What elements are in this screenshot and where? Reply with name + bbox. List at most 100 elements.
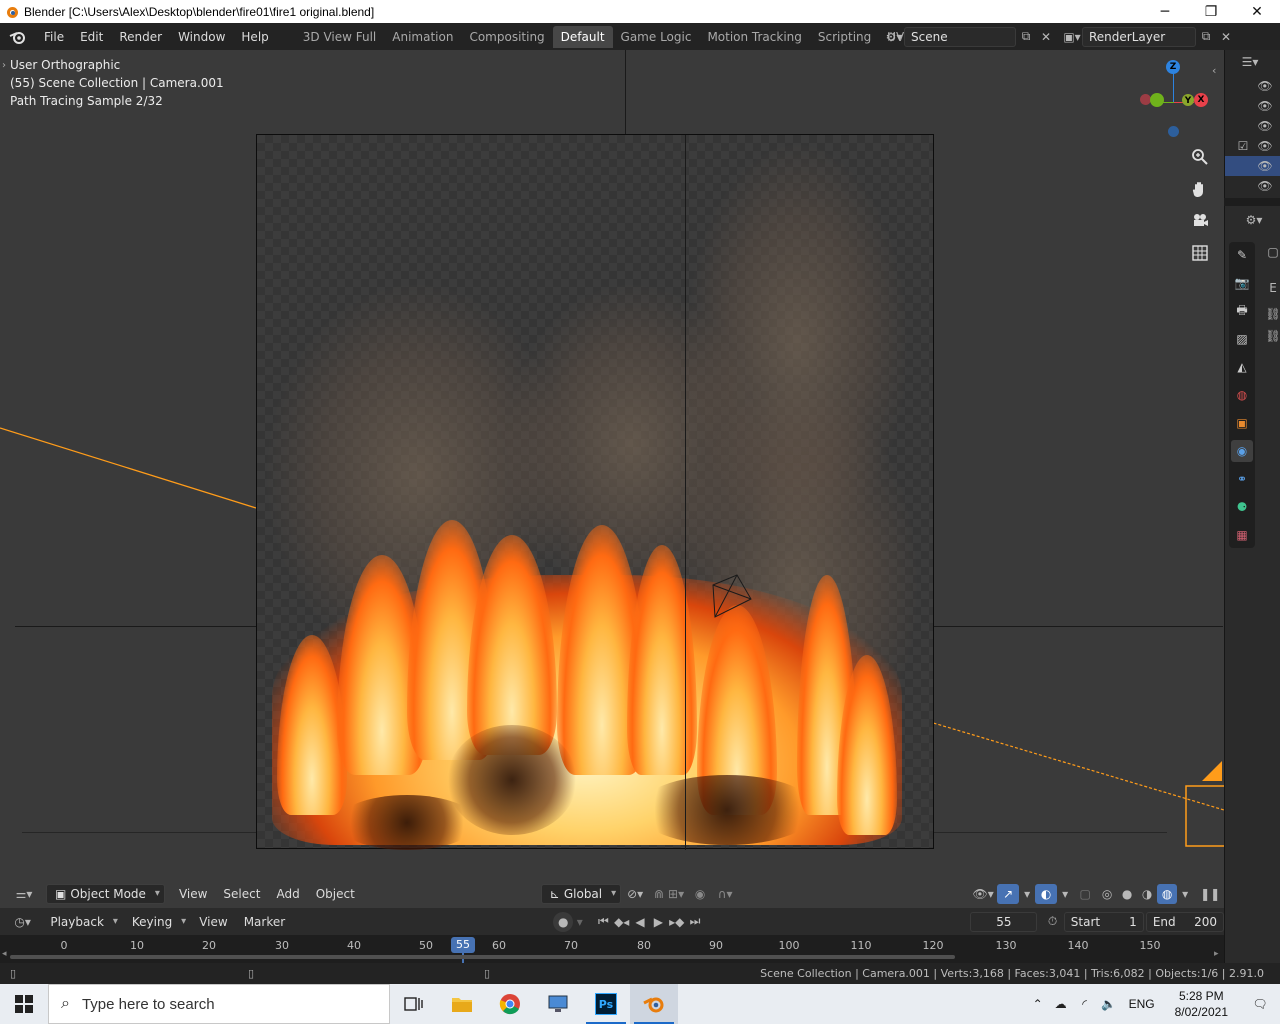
- object-tab-icon[interactable]: ▣: [1231, 412, 1253, 434]
- expand-toolbar-icon[interactable]: ›: [2, 60, 6, 71]
- panel-collapsed-label[interactable]: E: [1263, 278, 1280, 298]
- physics-tab-icon[interactable]: ◉: [1231, 440, 1253, 462]
- jump-start-icon[interactable]: ⏮: [594, 912, 612, 932]
- wireframe-shading-icon[interactable]: ◎: [1097, 884, 1117, 904]
- language-indicator[interactable]: ENG: [1129, 997, 1155, 1011]
- render-region[interactable]: [256, 134, 934, 850]
- outliner-row[interactable]: 👁: [1225, 76, 1280, 96]
- next-keyframe-icon[interactable]: ▸◆: [668, 912, 686, 932]
- menu-select[interactable]: Select: [215, 887, 268, 901]
- jump-end-icon[interactable]: ⏭: [686, 912, 704, 932]
- tab-compositing[interactable]: Compositing: [461, 26, 552, 48]
- keying-dropdown-icon[interactable]: ▾: [573, 912, 586, 932]
- falloff-icon[interactable]: ∩▾: [711, 884, 739, 904]
- material-shading-icon[interactable]: ◑: [1137, 884, 1157, 904]
- overlay-toggle-icon[interactable]: ◐: [1035, 884, 1058, 904]
- shading-dropdown-icon[interactable]: ▾: [1177, 884, 1193, 904]
- marker-menu[interactable]: Marker: [236, 915, 293, 929]
- duplicate-layer-icon[interactable]: ⧉: [1196, 27, 1216, 47]
- constraints-tab-icon[interactable]: ⚭: [1231, 468, 1253, 490]
- remove-scene-icon[interactable]: ✕: [1036, 27, 1056, 47]
- eye-icon[interactable]: 👁: [1255, 176, 1275, 196]
- gizmo-toggle-icon[interactable]: ↗: [997, 884, 1020, 904]
- modifier-icon[interactable]: ⛓: [1263, 326, 1280, 346]
- output-tab-icon[interactable]: 🖶: [1231, 300, 1253, 322]
- menu-window[interactable]: Window: [170, 26, 233, 48]
- timeline-scrollbar[interactable]: [10, 955, 955, 959]
- outliner-panel[interactable]: ☰▾ 👁 👁 👁 ☑ 👁 👁 👁: [1224, 50, 1280, 198]
- menu-add[interactable]: Add: [268, 887, 307, 901]
- close-button[interactable]: ✕: [1234, 0, 1280, 23]
- y-axis-icon[interactable]: [1150, 93, 1164, 107]
- scene-tab-icon[interactable]: ◭: [1231, 356, 1253, 378]
- play-reverse-icon[interactable]: ◀: [631, 912, 649, 932]
- overlay-dropdown-icon[interactable]: ▾: [1057, 884, 1073, 904]
- eye-icon[interactable]: 👁: [1255, 116, 1275, 136]
- duplicate-scene-icon[interactable]: ⧉: [1016, 27, 1036, 47]
- editor-type-icon[interactable]: ⚌▾: [8, 884, 40, 904]
- outliner-row[interactable]: ☑ 👁: [1225, 136, 1280, 156]
- notifications-icon[interactable]: 🗨: [1240, 994, 1280, 1014]
- blender-menu-icon[interactable]: [8, 27, 28, 47]
- tab-animation[interactable]: Animation: [384, 26, 461, 48]
- tab-motion-tracking[interactable]: Motion Tracking: [699, 26, 809, 48]
- outliner-row[interactable]: 👁: [1225, 116, 1280, 136]
- world-tab-icon[interactable]: ◍: [1231, 384, 1253, 406]
- menu-object[interactable]: Object: [308, 887, 363, 901]
- start-frame-field[interactable]: Start 1: [1063, 911, 1144, 932]
- wifi-icon[interactable]: ◜: [1073, 994, 1097, 1014]
- camera-object-icon[interactable]: [707, 573, 767, 623]
- menu-render[interactable]: Render: [111, 26, 170, 48]
- scene-icon[interactable]: ⚙▾: [884, 27, 904, 47]
- texture-tab-icon[interactable]: ▦: [1231, 524, 1253, 546]
- outliner-row[interactable]: 👁: [1225, 176, 1280, 196]
- pause-render-icon[interactable]: ❚❚: [1199, 884, 1222, 904]
- x-axis-icon[interactable]: X: [1194, 93, 1208, 107]
- eye-icon[interactable]: 👁: [1255, 76, 1275, 96]
- task-view-icon[interactable]: [390, 984, 438, 1024]
- blender-taskbar-icon[interactable]: [630, 984, 678, 1024]
- keying-menu[interactable]: Keying: [123, 912, 191, 932]
- visibility-icon[interactable]: 👁▾: [969, 884, 997, 904]
- render-layer-icon[interactable]: ▣▾: [1062, 27, 1082, 47]
- tab-scripting[interactable]: Scripting: [810, 26, 879, 48]
- minimize-button[interactable]: ─: [1142, 0, 1188, 23]
- modifier-icon[interactable]: ⛓: [1263, 304, 1280, 324]
- perspective-grid-icon[interactable]: [1188, 241, 1212, 265]
- outliner-row-selected[interactable]: 👁: [1225, 156, 1280, 176]
- solid-shading-icon[interactable]: ●: [1117, 884, 1137, 904]
- clock[interactable]: 5:28 PM 8/02/2021: [1175, 988, 1228, 1020]
- zoom-icon[interactable]: [1188, 145, 1212, 169]
- tab-game-logic[interactable]: Game Logic: [613, 26, 700, 48]
- camera-view-icon[interactable]: [1188, 209, 1212, 233]
- outliner-row[interactable]: 👁: [1225, 96, 1280, 116]
- gizmo-dropdown-icon[interactable]: ▾: [1019, 884, 1035, 904]
- remove-layer-icon[interactable]: ✕: [1216, 27, 1236, 47]
- taskbar-search-box[interactable]: ⌕ Type here to search: [48, 984, 390, 1024]
- tab-3d-view-full[interactable]: 3D View Full: [295, 26, 385, 48]
- render-tab-icon[interactable]: 📷: [1231, 272, 1253, 294]
- 3d-viewport[interactable]: User Orthographic (55) Scene Collection …: [0, 50, 1224, 908]
- end-frame-field[interactable]: End 200: [1145, 911, 1225, 932]
- proportional-edit-icon[interactable]: ◉: [689, 884, 711, 904]
- checkbox-icon[interactable]: ☑: [1233, 136, 1253, 156]
- mode-dropdown[interactable]: ▣ Object Mode: [46, 884, 165, 904]
- auto-keying-icon[interactable]: ●: [553, 911, 574, 932]
- menu-help[interactable]: Help: [233, 26, 276, 48]
- neg-z-axis-icon[interactable]: [1168, 126, 1179, 137]
- eye-icon[interactable]: 👁: [1255, 136, 1275, 156]
- menu-file[interactable]: File: [36, 26, 72, 48]
- timeline-editor-icon[interactable]: ◷▾: [8, 912, 37, 932]
- rendered-shading-icon[interactable]: ◍: [1157, 884, 1178, 904]
- show-hidden-icons-icon[interactable]: ⌃: [1027, 994, 1049, 1014]
- tab-default[interactable]: Default: [552, 25, 613, 48]
- volume-icon[interactable]: 🔈: [1097, 994, 1121, 1014]
- navigation-gizmo[interactable]: Z Y X: [1136, 58, 1212, 148]
- pin-icon[interactable]: ▢: [1263, 242, 1280, 262]
- windows-start-icon[interactable]: [0, 984, 48, 1024]
- scroll-left-icon[interactable]: ◂: [2, 949, 7, 959]
- outliner-display-mode-icon[interactable]: ☰▾: [1235, 52, 1265, 72]
- file-explorer-icon[interactable]: [438, 984, 486, 1024]
- menu-view[interactable]: View: [171, 887, 215, 901]
- data-tab-icon[interactable]: ⚈: [1231, 496, 1253, 518]
